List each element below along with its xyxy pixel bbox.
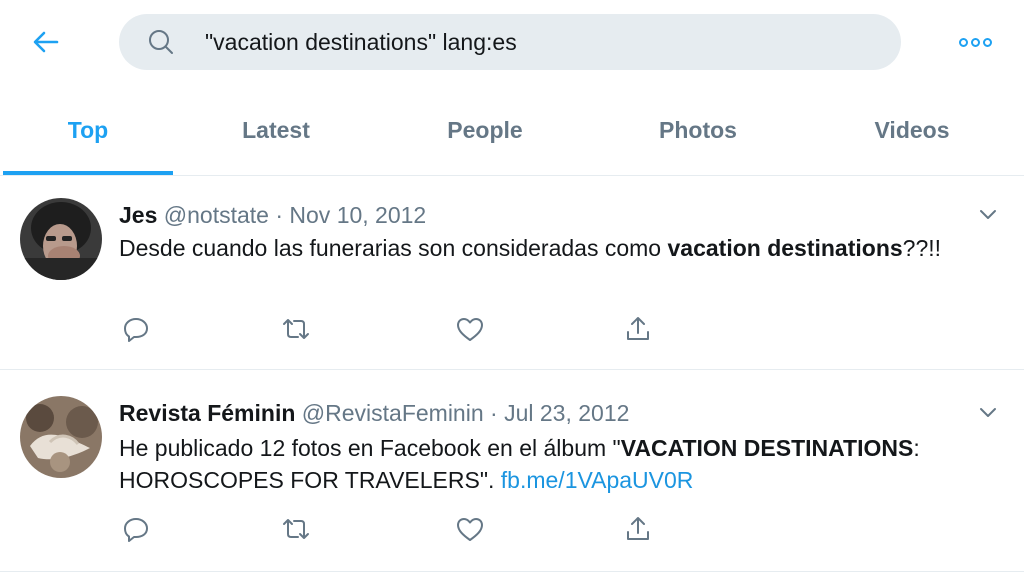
search-box[interactable] — [119, 14, 901, 70]
retweet-icon — [283, 519, 309, 539]
avatar-image — [20, 198, 102, 280]
like-button[interactable] — [453, 512, 487, 546]
tab-top[interactable]: Top — [3, 84, 173, 176]
arrow-left-icon — [33, 31, 59, 53]
more-button[interactable] — [950, 26, 1000, 58]
tweet-text: Desde cuando las funerarias son consider… — [119, 235, 942, 261]
avatar-image — [20, 396, 102, 478]
author-handle[interactable]: @RevistaFeminin — [302, 400, 484, 426]
like-icon — [457, 518, 483, 541]
tweet-text: He publicado 12 fotos en Facebook en el … — [119, 435, 920, 493]
reply-icon — [124, 318, 148, 342]
tab-videos[interactable]: Videos — [826, 84, 998, 176]
avatar[interactable] — [20, 198, 102, 280]
search-icon — [149, 30, 173, 54]
reply-button[interactable] — [119, 312, 153, 346]
search-tabs: Top Latest People Photos Videos — [0, 84, 1024, 176]
tweet-link[interactable]: fb.me/1VApaUV0R — [501, 467, 694, 493]
like-button[interactable] — [453, 312, 487, 346]
tab-photos[interactable]: Photos — [612, 84, 784, 176]
tweet-date[interactable]: Jul 23, 2012 — [504, 400, 629, 426]
more-horizontal-icon — [958, 37, 968, 47]
tweet-actions — [119, 512, 679, 546]
tweet-header: Jes @notstate · Nov 10, 2012 — [119, 202, 426, 229]
author-name[interactable]: Jes — [119, 202, 157, 228]
share-icon — [627, 517, 649, 540]
share-icon — [627, 317, 649, 340]
retweet-icon — [283, 319, 309, 339]
search-input[interactable] — [205, 26, 885, 58]
top-bar — [0, 0, 1024, 84]
tweet-actions — [119, 312, 679, 346]
tweet[interactable]: Revista Féminin @RevistaFeminin · Jul 23… — [0, 372, 1024, 572]
tab-latest[interactable]: Latest — [190, 84, 362, 176]
reply-button[interactable] — [119, 512, 153, 546]
separator: · — [275, 202, 284, 228]
share-button[interactable] — [621, 312, 655, 346]
active-tab-indicator — [3, 171, 173, 175]
tweet[interactable]: Jes @notstate · Nov 10, 2012 Desde cuand… — [0, 176, 1024, 370]
tweet-header: Revista Féminin @RevistaFeminin · Jul 23… — [119, 400, 629, 427]
tab-people[interactable]: People — [400, 84, 570, 176]
chevron-down-icon[interactable] — [976, 400, 1000, 424]
chevron-down-icon[interactable] — [976, 202, 1000, 226]
retweet-button[interactable] — [279, 512, 313, 546]
tweet-date[interactable]: Nov 10, 2012 — [289, 202, 426, 228]
retweet-button[interactable] — [279, 312, 313, 346]
like-icon — [457, 318, 483, 341]
separator: · — [490, 400, 498, 426]
share-button[interactable] — [621, 512, 655, 546]
author-handle[interactable]: @notstate — [164, 202, 269, 228]
avatar[interactable] — [20, 396, 102, 478]
back-button[interactable] — [26, 22, 66, 62]
reply-icon — [124, 518, 148, 542]
author-name[interactable]: Revista Féminin — [119, 400, 295, 426]
